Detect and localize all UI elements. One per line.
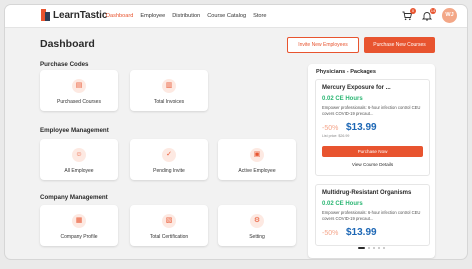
card-label: Pending Invite bbox=[153, 168, 185, 174]
package-discount: -50% bbox=[322, 125, 339, 132]
all-employee-card[interactable]: ☺ All Employee bbox=[40, 139, 118, 180]
carousel-dot[interactable] bbox=[373, 247, 375, 249]
nav-store[interactable]: Store bbox=[253, 13, 266, 19]
purchase-now-button[interactable]: Purchase Now bbox=[322, 146, 423, 157]
users-icon: ☺ bbox=[72, 148, 86, 162]
active-employee-card[interactable]: ▣ Active Employee bbox=[218, 139, 296, 180]
package-title[interactable]: Multidrug-Resistant Organisms bbox=[322, 190, 411, 196]
carousel-dot[interactable] bbox=[383, 247, 385, 249]
cart-button[interactable]: 0 bbox=[402, 7, 416, 21]
package-description: Empower professionals: 6-hour infection … bbox=[322, 210, 421, 221]
carousel-pagination bbox=[358, 247, 385, 249]
invite-employees-button[interactable]: Invite New Employees bbox=[287, 37, 359, 53]
page-title: Dashboard bbox=[40, 38, 95, 50]
package-title[interactable]: Mercury Exposure for ... bbox=[322, 85, 391, 91]
notifications-button[interactable]: 14 bbox=[421, 7, 436, 21]
nav-employee[interactable]: Employee bbox=[140, 13, 165, 19]
app-window: LearnTastic Dashboard Employee Distribut… bbox=[5, 5, 467, 259]
total-certification-card[interactable]: ▧ Total Certification bbox=[130, 205, 208, 246]
section-purchase-codes: Purchase Codes bbox=[40, 61, 89, 68]
cart-badge: 0 bbox=[410, 7, 416, 14]
top-navbar: LearnTastic Dashboard Employee Distribut… bbox=[5, 5, 467, 28]
package-card[interactable]: Mercury Exposure for ... 0.02 CE Hours E… bbox=[315, 79, 430, 176]
package-hours: 0.02 CE Hours bbox=[322, 201, 363, 207]
packages-panel: Physicians - Packages Mercury Exposure f… bbox=[308, 64, 435, 258]
package-list-price: List price: $26.99 bbox=[322, 134, 350, 138]
carousel-dot[interactable] bbox=[358, 247, 365, 249]
purchased-courses-card[interactable]: ▤ Purchased Courses bbox=[40, 70, 118, 111]
invoice-icon: ▥ bbox=[162, 79, 176, 93]
pending-invite-card[interactable]: ✓ Pending Invite bbox=[130, 139, 208, 180]
section-employee-management: Employee Management bbox=[40, 127, 109, 134]
main-nav: Dashboard Employee Distribution Course C… bbox=[106, 5, 266, 27]
packages-panel-title: Physicians - Packages bbox=[316, 69, 377, 75]
package-price: $13.99 bbox=[346, 227, 377, 238]
setting-card[interactable]: ⚙ Setting bbox=[218, 205, 296, 246]
package-hours: 0.02 CE Hours bbox=[322, 96, 363, 102]
certificate-icon: ▧ bbox=[162, 214, 176, 228]
company-profile-card[interactable]: ▦ Company Profile bbox=[40, 205, 118, 246]
card-label: All Employee bbox=[64, 168, 94, 174]
brand-logo[interactable]: LearnTastic bbox=[41, 9, 107, 21]
gear-icon: ⚙ bbox=[250, 214, 264, 228]
purchase-courses-button[interactable]: Purchase New Courses bbox=[364, 37, 435, 53]
card-label: Total Certification bbox=[149, 234, 189, 240]
user-pending-icon: ✓ bbox=[162, 148, 176, 162]
package-price: $13.99 bbox=[346, 122, 377, 133]
user-scan-icon: ▣ bbox=[250, 148, 264, 162]
card-label: Active Employee bbox=[238, 168, 276, 174]
nav-distribution[interactable]: Distribution bbox=[172, 13, 200, 19]
purchased-courses-icon: ▤ bbox=[72, 79, 86, 93]
logo-mark-icon bbox=[41, 9, 50, 21]
package-discount: -50% bbox=[322, 230, 339, 237]
view-course-details-link[interactable]: View Course Details bbox=[316, 162, 429, 167]
carousel-dot[interactable] bbox=[368, 247, 370, 249]
card-label: Setting bbox=[249, 234, 265, 240]
brand-name: LearnTastic bbox=[53, 9, 108, 21]
carousel-dot[interactable] bbox=[378, 247, 380, 249]
nav-course-catalog[interactable]: Course Catalog bbox=[207, 13, 246, 19]
card-label: Purchased Courses bbox=[57, 99, 101, 105]
notifications-badge: 14 bbox=[430, 7, 436, 14]
company-icon: ▦ bbox=[72, 214, 86, 228]
nav-dashboard[interactable]: Dashboard bbox=[106, 13, 133, 19]
card-label: Company Profile bbox=[60, 234, 98, 240]
package-description: Empower professionals: 6-hour infection … bbox=[322, 105, 421, 116]
header-actions: 0 14 WJ bbox=[402, 7, 457, 23]
total-invoices-card[interactable]: ▥ Total Invoices bbox=[130, 70, 208, 111]
user-avatar[interactable]: WJ bbox=[442, 8, 457, 23]
card-label: Total Invoices bbox=[153, 99, 185, 105]
section-company-management: Company Management bbox=[40, 194, 108, 201]
package-card[interactable]: Multidrug-Resistant Organisms 0.02 CE Ho… bbox=[315, 184, 430, 246]
